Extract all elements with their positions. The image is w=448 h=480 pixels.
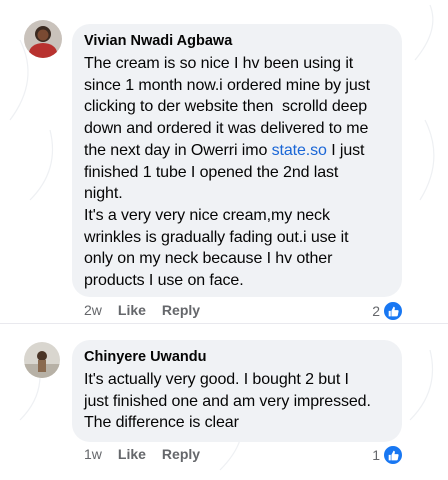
user-photo-icon [24,342,60,378]
divider [0,323,448,324]
like-button[interactable]: Like [118,302,146,318]
avatar[interactable] [24,20,62,58]
comment-actions: 2w Like Reply [84,302,200,318]
thumbs-up-icon [382,444,404,466]
thumbs-up-icon [382,300,404,322]
comment-text-part: I just finished 1 tube I opened the 2nd … [84,141,365,290]
comment-timestamp[interactable]: 1w [84,446,102,462]
comment-actions: 1w Like Reply [84,446,200,462]
comment-author[interactable]: Chinyere Uwandu [84,348,390,366]
user-photo-icon [24,20,62,58]
reply-button[interactable]: Reply [162,446,200,462]
comment-link[interactable]: state.so [272,142,327,159]
comment-author[interactable]: Vivian Nwadi Agbawa [84,32,390,50]
reaction-count: 1 [372,447,380,463]
comment-bubble: Vivian Nwadi Agbawa The cream is so nice… [72,24,402,297]
comment-timestamp[interactable]: 2w [84,302,102,318]
comment-bubble: Chinyere Uwandu It's actually very good.… [72,340,402,442]
reaction-count: 2 [372,303,380,319]
like-button[interactable]: Like [118,446,146,462]
comment-text: It's actually very good. I bought 2 but … [84,371,371,432]
reaction-summary[interactable]: 1 [372,444,404,466]
avatar[interactable] [24,342,60,378]
comment-text: The cream is so nice I hv been using it … [84,53,390,292]
reply-button[interactable]: Reply [162,302,200,318]
reaction-summary[interactable]: 2 [372,300,404,322]
